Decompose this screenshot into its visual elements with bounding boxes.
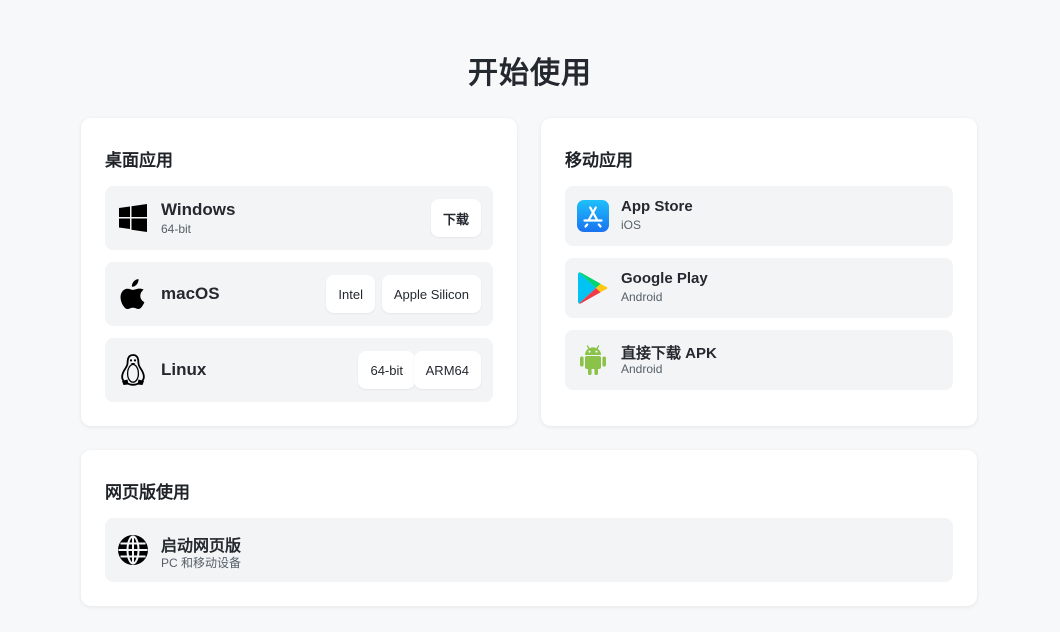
- macos-apple-silicon-button[interactable]: Apple Silicon: [381, 275, 481, 313]
- linux-64bit-button[interactable]: 64-bit: [358, 351, 415, 389]
- web-app-card: 网页版使用 启动网页版 PC 和移动设备: [81, 450, 977, 606]
- android-icon: [577, 344, 609, 376]
- desktop-apps-card: 桌面应用 Windows 64-bit 下载 macOS Intel Apple: [81, 118, 517, 426]
- launch-web-row[interactable]: 启动网页版 PC 和移动设备: [105, 518, 953, 582]
- linux-name: Linux: [161, 360, 207, 379]
- linux-arm64-button[interactable]: ARM64: [413, 351, 481, 389]
- app-store-row[interactable]: App Store iOS: [565, 186, 953, 246]
- page-title: 开始使用: [468, 57, 592, 90]
- apk-download-row[interactable]: 直接下载 APK Android: [565, 330, 953, 390]
- google-play-icon: [577, 272, 609, 304]
- windows-logo-icon: [117, 202, 149, 234]
- macos-intel-button[interactable]: Intel: [326, 275, 375, 313]
- mobile-apps-title: 移动应用: [565, 151, 633, 170]
- windows-name: Windows: [161, 200, 236, 219]
- desktop-apps-title: 桌面应用: [105, 151, 173, 170]
- google-play-row[interactable]: Google Play Android: [565, 258, 953, 318]
- globe-icon: [117, 534, 149, 566]
- google-play-name: Google Play: [621, 270, 708, 287]
- apple-logo-icon: [117, 278, 149, 310]
- launch-web-devices: PC 和移动设备: [161, 556, 242, 570]
- mobile-apps-card: 移动应用 App Store iOS Google Play Android 直…: [541, 118, 977, 426]
- windows-download-button[interactable]: 下载: [430, 199, 481, 237]
- apk-platform: Android: [621, 362, 663, 376]
- web-app-title: 网页版使用: [105, 483, 190, 502]
- app-store-platform: iOS: [621, 218, 642, 232]
- app-store-name: App Store: [621, 198, 693, 215]
- download-page: 开始使用 桌面应用 Windows 64-bit 下载 macOS Intel …: [0, 0, 1060, 632]
- linux-row: Linux 64-bit ARM64: [105, 338, 493, 402]
- windows-arch: 64-bit: [161, 222, 192, 236]
- macos-name: macOS: [161, 284, 220, 303]
- launch-web-name: 启动网页版: [161, 538, 242, 555]
- app-store-icon: [577, 200, 609, 232]
- google-play-platform: Android: [621, 290, 663, 304]
- linux-tux-icon: [117, 354, 149, 386]
- macos-row: macOS Intel Apple Silicon: [105, 262, 493, 326]
- apk-name: 直接下载 APK: [621, 345, 717, 362]
- windows-row: Windows 64-bit 下载: [105, 186, 493, 250]
